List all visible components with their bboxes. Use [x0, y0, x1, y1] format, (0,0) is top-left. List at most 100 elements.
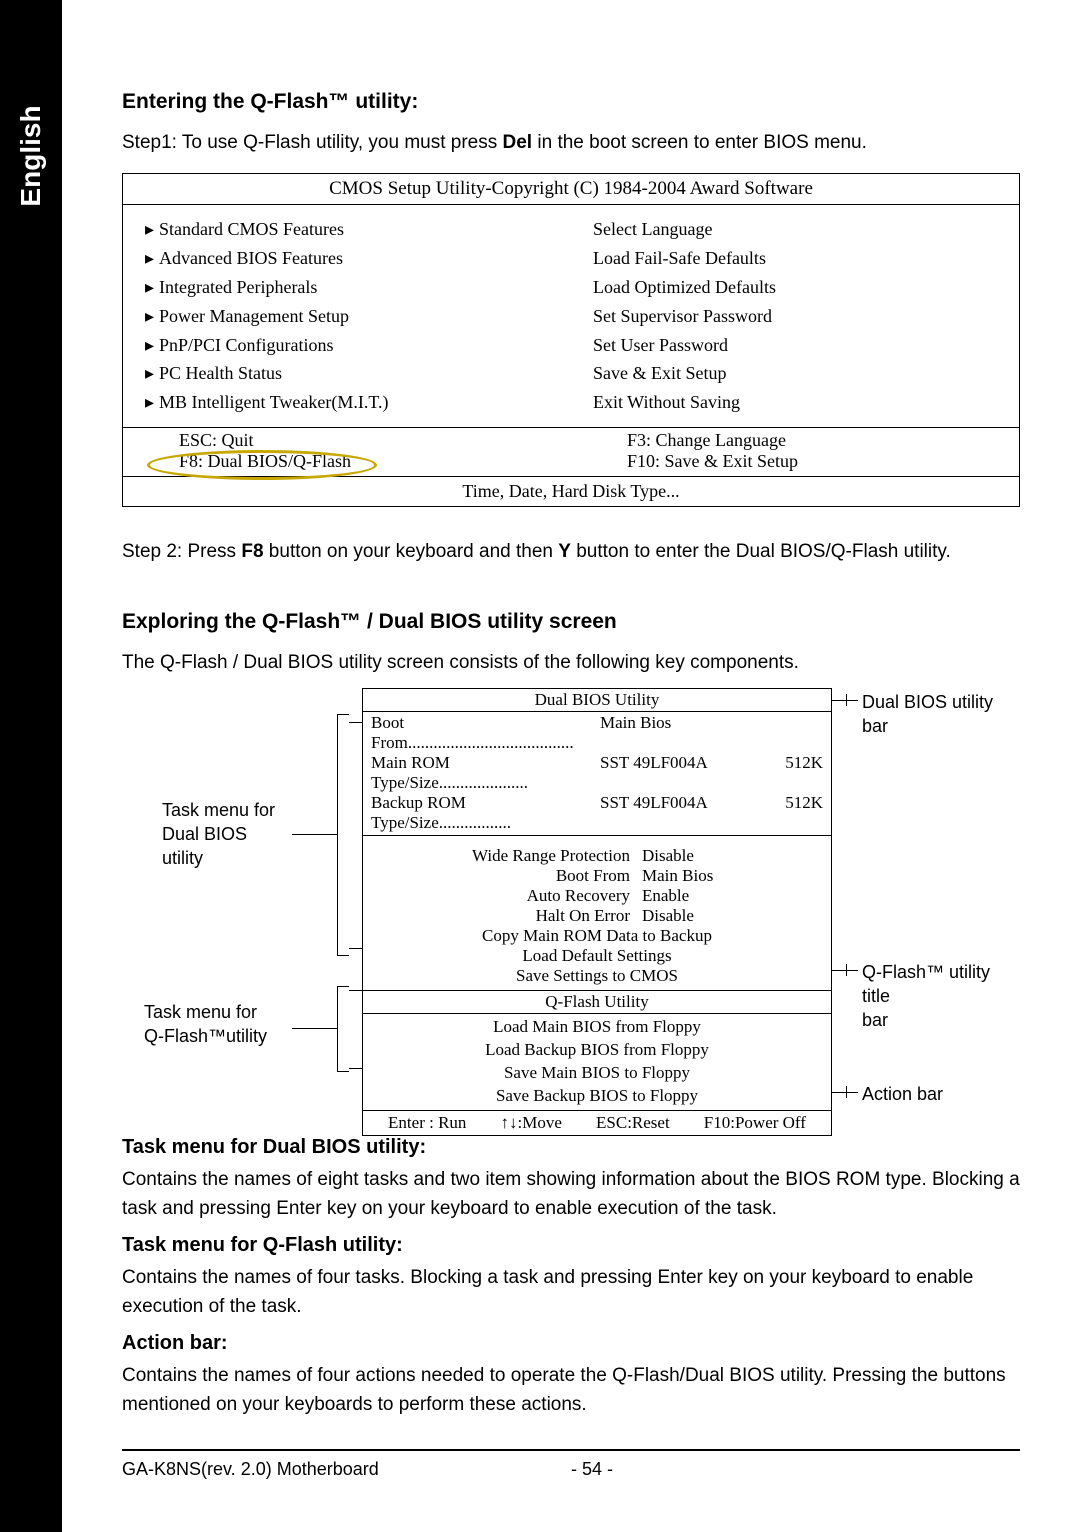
menu-item[interactable]: ▸PnP/PCI Configurations: [145, 331, 549, 360]
task-row[interactable]: Halt On ErrorDisable: [371, 906, 823, 926]
highlight-oval: [147, 450, 377, 480]
menu-label: Load Optimized Defaults: [593, 273, 776, 302]
dual-bios-info: Boot From...............................…: [363, 712, 831, 836]
action-item: ESC:Reset: [596, 1113, 670, 1133]
menu-item[interactable]: ▸Integrated Peripherals: [145, 273, 549, 302]
task-row[interactable]: Wide Range ProtectionDisable: [371, 846, 823, 866]
cmos-title: CMOS Setup Utility-Copyright (C) 1984-20…: [123, 174, 1019, 205]
info-size: 512K: [739, 753, 823, 793]
task-row[interactable]: Save Settings to CMOS: [371, 966, 823, 986]
desc-heading-qflash: Task menu for Q-Flash utility:: [122, 1234, 1020, 1257]
action-item: F10:Power Off: [704, 1113, 806, 1133]
step2-post: button to enter the Dual BIOS/Q-Flash ut…: [571, 541, 951, 562]
desc-heading-dual: Task menu for Dual BIOS utility:: [122, 1136, 1020, 1159]
step2-k2: Y: [558, 541, 571, 562]
menu-item[interactable]: Load Fail-Safe Defaults: [593, 244, 997, 273]
step2-mid: button on your keyboard and then: [264, 541, 559, 562]
menu-item[interactable]: Set Supervisor Password: [593, 302, 997, 331]
heading-exploring: Exploring the Q-Flash™ / Dual BIOS utili…: [122, 610, 1020, 634]
connector: [846, 1086, 847, 1098]
step2-k1: F8: [241, 541, 263, 562]
task-row[interactable]: Boot FromMain Bios: [371, 866, 823, 886]
qflash-title-bar: Q-Flash Utility: [363, 991, 831, 1014]
task-val: Enable: [642, 886, 752, 906]
cmos-left-col: ▸Standard CMOS Features ▸Advanced BIOS F…: [123, 205, 571, 427]
menu-label: PC Health Status: [159, 359, 282, 388]
bracket: [337, 714, 349, 956]
page-footer: GA-K8NS(rev. 2.0) Motherboard - 54 -: [122, 1449, 1020, 1480]
menu-item[interactable]: ▸Advanced BIOS Features: [145, 244, 549, 273]
cmos-right-col: Select Language Load Fail-Safe Defaults …: [571, 205, 1019, 427]
menu-item[interactable]: ▸Standard CMOS Features: [145, 215, 549, 244]
info-row: Main ROM Type/Size.....................S…: [371, 753, 823, 793]
bracket: [337, 986, 349, 1072]
menu-label: PnP/PCI Configurations: [159, 331, 334, 360]
step1-pre: Step1: To use Q-Flash utility, you must …: [122, 132, 503, 153]
connector: [846, 964, 847, 976]
task-key: Boot From: [442, 866, 642, 886]
connector: [832, 970, 858, 971]
task-row[interactable]: Load Backup BIOS from Floppy: [363, 1039, 831, 1062]
language-tab-label: English: [15, 105, 47, 206]
dual-bios-tasks: Wide Range ProtectionDisable Boot FromMa…: [363, 836, 831, 991]
task-row[interactable]: Load Main BIOS from Floppy: [363, 1016, 831, 1039]
task-key: Auto Recovery: [442, 886, 642, 906]
menu-item[interactable]: Save & Exit Setup: [593, 359, 997, 388]
triangle-icon: ▸: [145, 273, 159, 302]
triangle-icon: ▸: [145, 331, 159, 360]
triangle-icon: ▸: [145, 215, 159, 244]
task-row[interactable]: Load Default Settings: [371, 946, 823, 966]
menu-item[interactable]: Select Language: [593, 215, 997, 244]
task-row[interactable]: Save Backup BIOS to Floppy: [363, 1085, 831, 1108]
menu-label: MB Intelligent Tweaker(M.I.T.): [159, 388, 389, 417]
connector: [349, 948, 362, 949]
info-size: [739, 713, 823, 753]
menu-item[interactable]: ▸PC Health Status: [145, 359, 549, 388]
action-item: Enter : Run: [388, 1113, 466, 1133]
info-val: SST 49LF004A: [600, 753, 739, 793]
task-row[interactable]: Save Main BIOS to Floppy: [363, 1062, 831, 1085]
menu-item[interactable]: ▸MB Intelligent Tweaker(M.I.T.): [145, 388, 549, 417]
info-size: 512K: [739, 793, 823, 833]
dual-bios-utility-box: Dual BIOS Utility Boot From.............…: [362, 688, 832, 1136]
cmos-footer-right: F3: Change Language F10: Save & Exit Set…: [571, 428, 1019, 476]
label-task-dual: Task menu for Dual BIOS utility: [162, 798, 275, 871]
menu-label: Set User Password: [593, 331, 728, 360]
menu-item[interactable]: ▸Power Management Setup: [145, 302, 549, 331]
cmos-setup-box: CMOS Setup Utility-Copyright (C) 1984-20…: [122, 173, 1020, 507]
info-val: SST 49LF004A: [600, 793, 739, 833]
task-row[interactable]: Auto RecoveryEnable: [371, 886, 823, 906]
page-content: Entering the Q-Flash™ utility: Step1: To…: [62, 0, 1080, 1532]
desc-text-action: Contains the names of four actions neede…: [122, 1361, 1020, 1420]
task-key: Halt On Error: [442, 906, 642, 926]
menu-label: Load Fail-Safe Defaults: [593, 244, 766, 273]
task-row[interactable]: Copy Main ROM Data to Backup: [371, 926, 823, 946]
key-hint: F10: Save & Exit Setup: [627, 451, 997, 472]
menu-label: Standard CMOS Features: [159, 215, 344, 244]
menu-label: Integrated Peripherals: [159, 273, 317, 302]
qflash-tasks: Load Main BIOS from Floppy Load Backup B…: [363, 1014, 831, 1111]
label-action-bar: Action bar: [862, 1082, 943, 1106]
desc-heading-action: Action bar:: [122, 1332, 1020, 1355]
cmos-body: ▸Standard CMOS Features ▸Advanced BIOS F…: [123, 205, 1019, 428]
cmos-hint: Time, Date, Hard Disk Type...: [123, 477, 1019, 506]
action-bar: Enter : Run ↑↓:Move ESC:Reset F10:Power …: [363, 1111, 831, 1135]
footer-model: GA-K8NS(rev. 2.0) Motherboard: [122, 1459, 571, 1480]
desc-text-qflash: Contains the names of four tasks. Blocki…: [122, 1263, 1020, 1322]
action-item: ↑↓:Move: [501, 1113, 562, 1133]
task-val: Main Bios: [642, 866, 752, 886]
language-tab: English: [0, 0, 62, 1532]
menu-item[interactable]: Set User Password: [593, 331, 997, 360]
connector: [349, 1068, 362, 1069]
dual-bios-diagram: Dual BIOS Utility Boot From.............…: [122, 688, 1020, 1108]
exploring-intro: The Q-Flash / Dual BIOS utility screen c…: [122, 648, 1020, 677]
connector: [832, 700, 858, 701]
menu-item[interactable]: Load Optimized Defaults: [593, 273, 997, 302]
connector: [846, 694, 847, 706]
task-val: Disable: [642, 846, 752, 866]
key-hint: ESC: Quit: [179, 430, 549, 451]
menu-label: Save & Exit Setup: [593, 359, 727, 388]
footer-page-number: - 54 -: [571, 1459, 1020, 1480]
triangle-icon: ▸: [145, 302, 159, 331]
menu-item[interactable]: Exit Without Saving: [593, 388, 997, 417]
